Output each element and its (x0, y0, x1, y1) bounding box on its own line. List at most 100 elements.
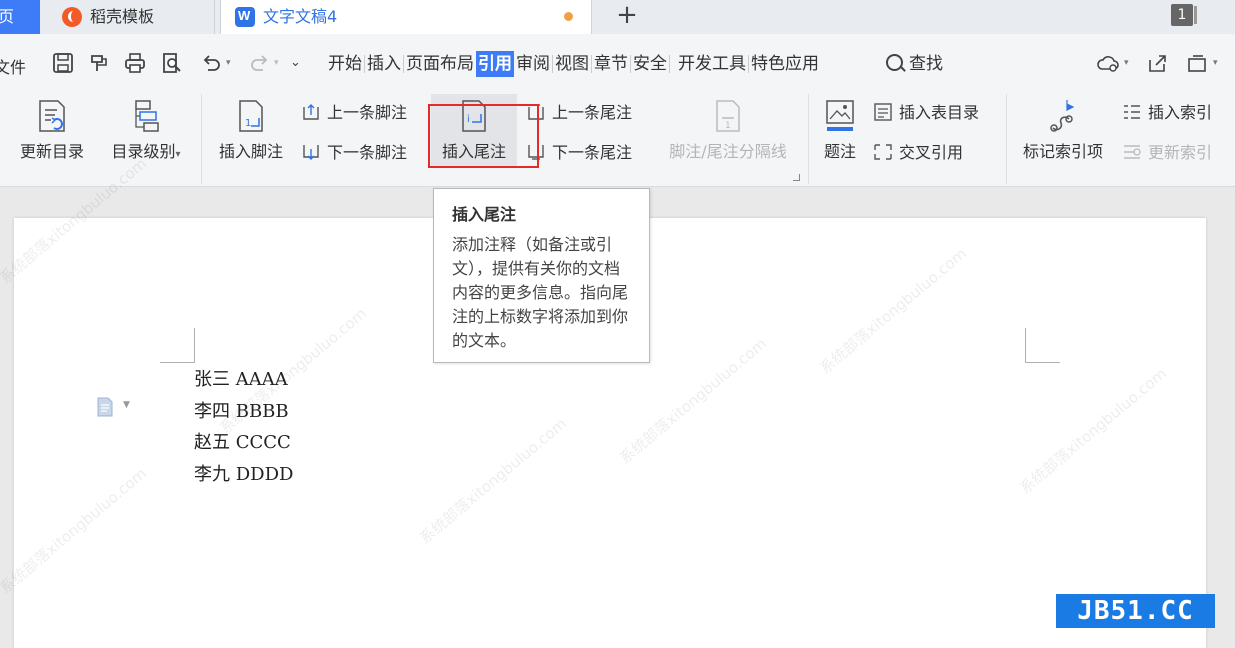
redo-icon[interactable] (249, 52, 271, 74)
next-endnote-label: 下一条尾注 (552, 143, 633, 162)
toc-level-icon (130, 98, 162, 134)
mark-index-entry-button[interactable]: 标记索引项 (1016, 98, 1110, 162)
update-toc-label: 更新目录 (19, 142, 84, 161)
toc-level-label: 目录级别 (111, 142, 176, 161)
insert-table-of-figures-label: 插入表目录 (899, 103, 980, 122)
chevron-down-icon: ▾ (175, 149, 181, 160)
unsaved-dot-icon (564, 12, 573, 21)
ribbon-references: 更新目录 目录级别▾ 1 插入脚注 上一条脚注 下一条脚注 i 插入尾注 上一条… (0, 94, 1235, 187)
window-count-badge[interactable]: 1 (1171, 4, 1197, 26)
next-footnote-label: 下一条脚注 (327, 143, 408, 162)
insert-footnote-label: 插入脚注 (218, 142, 283, 161)
cloud-dropdown-icon[interactable]: ▾ (1124, 52, 1134, 74)
next-endnote-button[interactable]: 下一条尾注 (526, 142, 632, 164)
next-footnote-button[interactable]: 下一条脚注 (301, 142, 407, 164)
more-options-icon[interactable] (1186, 52, 1210, 74)
menu-tab-page-layout[interactable]: 页面布局 (404, 51, 476, 77)
group-divider (808, 94, 809, 184)
doc-line: 张三 AAAA (194, 369, 288, 390)
share-icon[interactable] (1146, 52, 1170, 74)
undo-icon[interactable] (200, 52, 222, 74)
print-icon[interactable] (124, 52, 146, 74)
highlight-annotation-box (428, 104, 539, 168)
search-label: 查找 (909, 54, 943, 74)
insert-footnote-icon: 1 (235, 98, 267, 134)
caption-icon (824, 98, 856, 134)
caption-button[interactable]: 题注 (818, 98, 862, 162)
note-separator-button[interactable]: 1 脚注/尾注分隔线 (660, 98, 796, 162)
search-button[interactable]: 查找 (886, 51, 943, 77)
group-divider (201, 94, 202, 184)
insert-index-button[interactable]: 插入索引 (1122, 102, 1212, 124)
tab-docer-templates[interactable]: 稻壳模板 (48, 0, 215, 34)
menu-tab-security[interactable]: 安全 (631, 51, 669, 77)
update-index-label: 更新索引 (1148, 143, 1213, 162)
writer-logo-icon (235, 0, 255, 33)
update-index-icon (1122, 143, 1142, 161)
insert-footnote-button[interactable]: 1 插入脚注 (214, 98, 288, 162)
doc-line: 李四 BBBB (194, 400, 289, 422)
menu-tab-view[interactable]: 视图 (553, 51, 591, 77)
customize-toolbar-icon[interactable]: ⌄ (290, 52, 312, 74)
next-footnote-icon (301, 143, 321, 161)
menu-tabs: 开始 插入 页面布局 引用 审阅 视图 章节 安全 开发工具 特色应用 (326, 51, 821, 77)
menu-tab-section[interactable]: 章节 (592, 51, 630, 77)
cross-reference-button[interactable]: 交叉引用 (873, 142, 963, 164)
cross-reference-icon (873, 143, 893, 161)
mark-index-entry-label: 标记索引项 (1022, 142, 1103, 161)
margin-marker-left (160, 328, 195, 363)
doc-line: 李九 DDDD (194, 463, 294, 485)
insert-index-icon (1122, 103, 1142, 121)
undo-dropdown-icon[interactable]: ▾ (226, 52, 236, 74)
insert-endnote-tooltip: 插入尾注 添加注释（如备注或引文），提供有关你的文档内容的更多信息。指向尾注的上… (433, 188, 650, 363)
update-index-button[interactable]: 更新索引 (1122, 142, 1212, 164)
margin-marker-right (1025, 328, 1060, 363)
update-toc-button[interactable]: 更新目录 (14, 98, 90, 162)
svg-text:1: 1 (725, 121, 731, 131)
svg-text:1: 1 (245, 118, 251, 129)
format-painter-icon[interactable] (88, 52, 110, 74)
menu-tab-references[interactable]: 引用 (476, 51, 514, 77)
redo-dropdown-icon[interactable]: ▾ (274, 52, 284, 74)
print-preview-icon[interactable] (161, 52, 183, 74)
caption-label: 题注 (823, 142, 856, 161)
tab-document[interactable]: 文字文稿4 (220, 0, 592, 34)
menu-file[interactable]: 文件 (0, 54, 26, 78)
tab-label: 稻壳模板 (90, 7, 155, 26)
update-toc-icon (36, 98, 68, 134)
cloud-sync-icon[interactable] (1096, 52, 1120, 74)
mark-index-entry-icon (1047, 98, 1079, 134)
prev-endnote-button[interactable]: 上一条尾注 (526, 102, 632, 124)
toc-level-button[interactable]: 目录级别▾ (103, 98, 189, 162)
group-divider (1006, 94, 1007, 184)
insert-table-of-figures-button[interactable]: 插入表目录 (873, 102, 979, 124)
menu-file-label: 文件 (0, 58, 27, 77)
tooltip-body: 添加注释（如备注或引文），提供有关你的文档内容的更多信息。指向尾注的上标数字将添… (452, 235, 629, 350)
menu-row: 文件 ▾ ▾ ⌄ 开始 插入 页面布局 引用 审阅 视图 章节 安全 开发工具 … (0, 34, 1235, 94)
docer-logo-icon (62, 7, 82, 27)
insert-index-label: 插入索引 (1148, 103, 1213, 122)
menu-tab-developer[interactable]: 开发工具 (676, 51, 748, 77)
note-separator-icon: 1 (712, 98, 744, 134)
save-icon[interactable] (52, 52, 74, 74)
prev-footnote-button[interactable]: 上一条脚注 (301, 102, 407, 124)
site-badge: JB51.CC (1056, 594, 1215, 628)
cross-reference-label: 交叉引用 (899, 143, 964, 162)
more-dropdown-icon[interactable]: ▾ (1213, 52, 1223, 74)
menu-tab-special[interactable]: 特色应用 (749, 51, 821, 77)
tab-label: 文字文稿4 (263, 7, 338, 26)
tooltip-title: 插入尾注 (452, 205, 517, 224)
dialog-launcher-icon[interactable] (793, 174, 800, 181)
paragraph-layout-icon[interactable] (96, 396, 114, 418)
tab-home[interactable]: 页 (0, 0, 40, 34)
menu-tab-insert[interactable]: 插入 (365, 51, 403, 77)
doc-line: 赵五 CCCC (194, 432, 291, 453)
prev-endnote-label: 上一条尾注 (552, 103, 633, 122)
new-tab-button[interactable]: + (612, 0, 642, 34)
menu-tab-start[interactable]: 开始 (326, 51, 364, 77)
menu-tab-review[interactable]: 审阅 (514, 51, 552, 77)
document-body[interactable]: 张三 AAAA 李四 BBBB 赵五 CCCC 李九 DDDD (194, 364, 293, 490)
search-icon (886, 54, 903, 71)
chevron-down-icon[interactable]: ▼ (123, 400, 130, 410)
prev-footnote-icon (301, 103, 321, 121)
